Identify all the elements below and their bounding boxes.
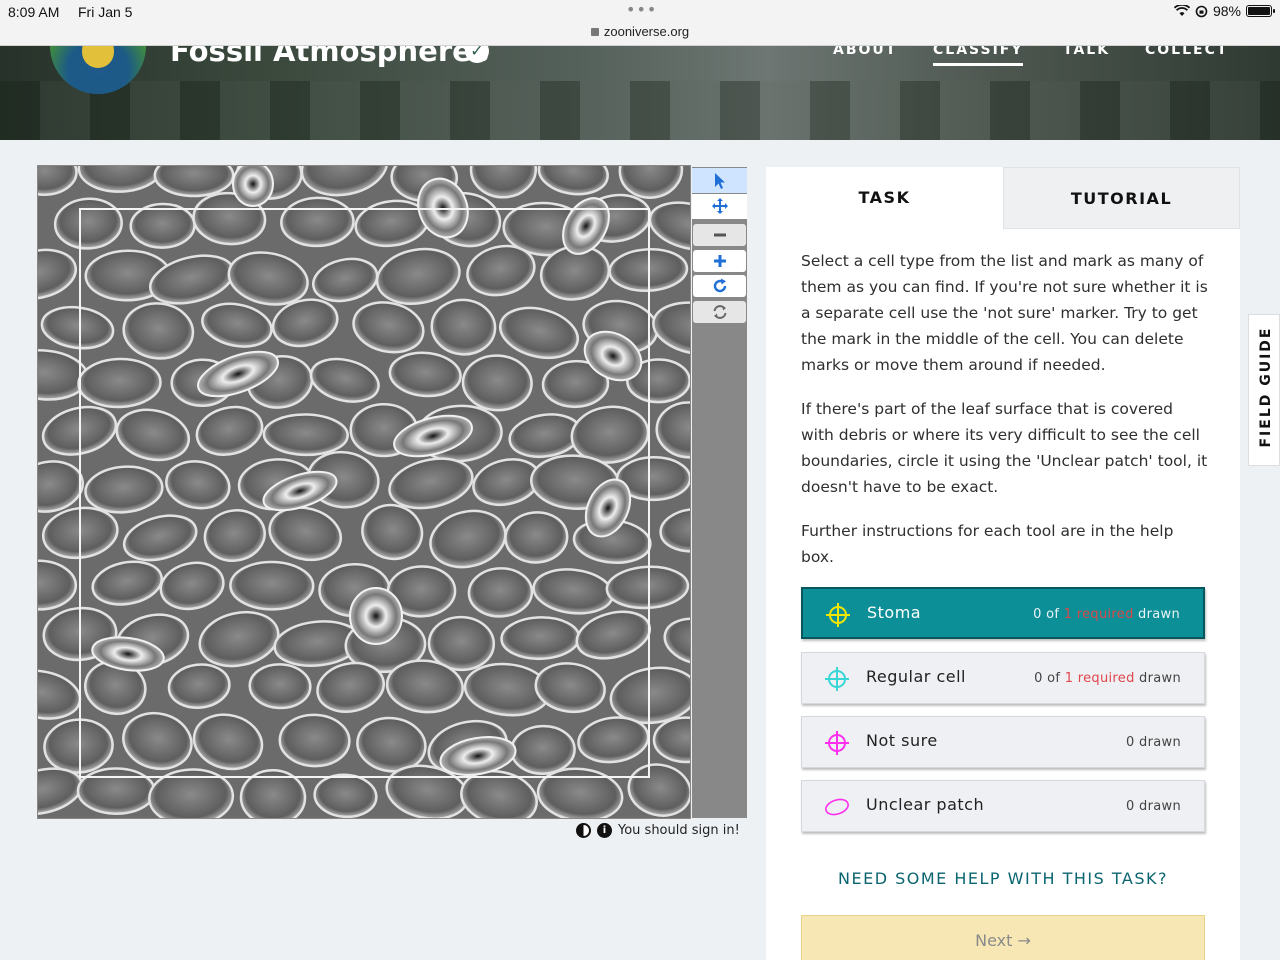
tool-label: Regular cell [866,667,966,686]
info-icon[interactable]: i [597,823,612,838]
move-icon[interactable] [692,194,747,219]
cell [153,166,235,198]
battery-percent: 98% [1212,3,1241,19]
status-time: 8:09 AM [8,4,60,20]
project-title[interactable]: Fossil Atmospheres [170,46,489,68]
lock-icon [590,28,599,36]
rotate-icon[interactable] [693,275,746,297]
reset-icon[interactable] [693,301,746,323]
tool-stoma[interactable]: Stoma 0 of 1 required drawn [801,587,1205,639]
field-guide-tab[interactable]: FIELD GUIDE [1248,314,1280,466]
tool-label: Not sure [866,731,938,750]
ios-status-bar: 8:09 AM Fri Jan 5 ••• zooniverse.org 98% [0,0,1280,46]
tab-task[interactable]: TASK [766,167,1003,229]
crosshair-icon [825,731,849,755]
tool-count: 0 of 1 required drawn [1034,671,1181,686]
viewer-footer: i You should sign in! [576,823,740,838]
subject-image-viewer[interactable] [37,165,691,819]
tool-regular-cell[interactable]: Regular cell 0 of 1 required drawn [801,652,1205,704]
tool-label: Stoma [867,603,922,622]
task-panel: TASK TUTORIAL Select a cell type from th… [766,167,1240,960]
tool-unclear-patch[interactable]: Unclear patch 0 drawn [801,780,1205,832]
tool-count: 0 drawn [1126,799,1181,814]
help-link[interactable]: NEED SOME HELP WITH THIS TASK? [801,869,1205,888]
nav-talk[interactable]: TALK [1063,46,1110,66]
pointer-icon[interactable] [692,168,747,193]
project-logo[interactable] [50,46,146,94]
battery-icon [1246,5,1275,17]
instruction-paragraph: Select a cell type from the list and mar… [801,252,1208,374]
ellipse-icon [825,798,849,816]
contrast-icon[interactable] [576,823,591,838]
tool-count: 0 of 1 required drawn [1033,607,1180,622]
battery-level [1248,7,1270,15]
tool-count: 0 drawn [1126,735,1181,750]
more-dots-icon[interactable]: ••• [626,0,657,19]
tool-not-sure[interactable]: Not sure 0 drawn [801,716,1205,768]
nav-about[interactable]: ABOUT [833,46,897,66]
zoom-out-icon[interactable] [693,224,746,246]
sign-in-notice: You should sign in! [618,823,740,838]
zoom-in-icon[interactable] [693,250,746,272]
image-toolbar [692,167,747,818]
address-bar[interactable]: zooniverse.org [0,24,1280,39]
crosshair-icon [826,603,850,627]
nav-classify[interactable]: CLASSIFY [933,46,1024,66]
status-right: 98% [1173,3,1275,19]
subject-frame [79,208,650,778]
url-text: zooniverse.org [603,24,690,39]
nav-collect[interactable]: COLLECT [1145,46,1228,66]
tab-tutorial[interactable]: TUTORIAL [1003,167,1240,229]
next-button[interactable]: Next → [801,915,1205,960]
rotation-lock-icon [1195,5,1208,17]
leaf-icon [82,46,114,68]
status-date: Fri Jan 5 [78,4,133,20]
tool-label: Unclear patch [866,795,985,814]
instruction-paragraph: If there's part of the leaf surface that… [801,400,1208,496]
instruction-paragraph: Further instructions for each tool are i… [801,522,1174,566]
wifi-icon [1173,5,1190,16]
field-guide-label: FIELD GUIDE [1258,326,1274,448]
project-header: Fossil Atmospheres ✓ ABOUT CLASSIFY TALK… [0,46,1280,140]
crosshair-icon [825,667,849,691]
